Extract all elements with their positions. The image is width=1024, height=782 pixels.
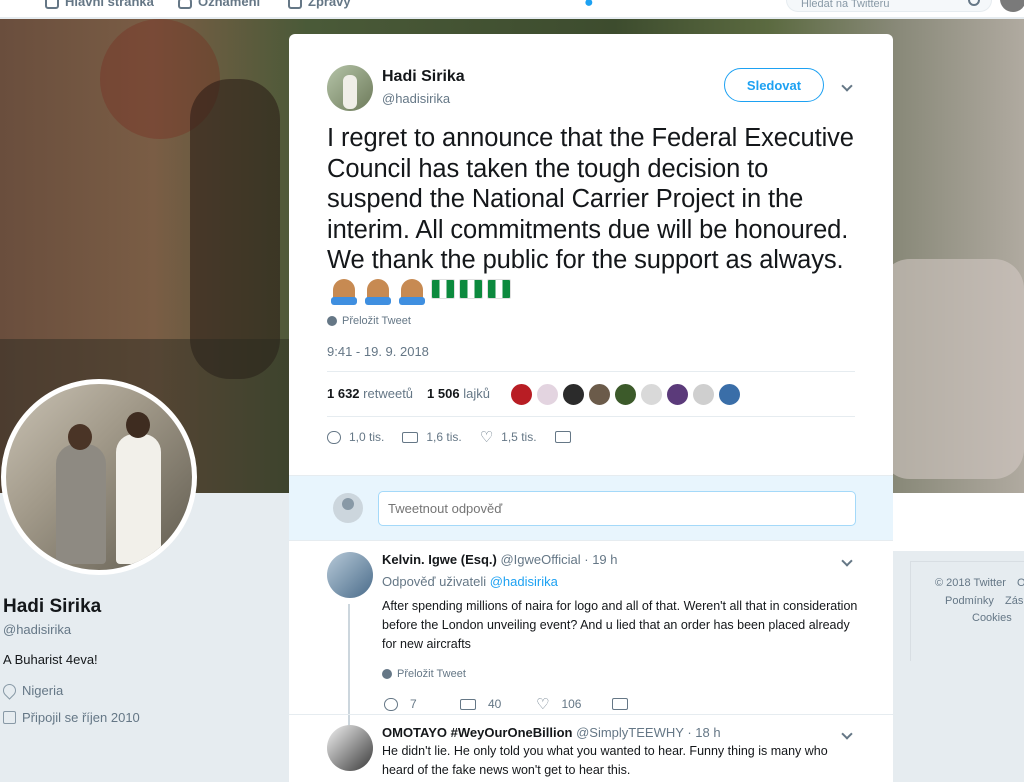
tweet-stats: 1 632 retweetů 1 506 lajků bbox=[327, 386, 490, 401]
reply-time[interactable]: · 18 h bbox=[687, 725, 720, 740]
reply-icon bbox=[327, 430, 341, 444]
replying-to: Odpověď uživateli @hadisirika bbox=[382, 574, 558, 589]
calendar-icon bbox=[3, 711, 16, 724]
reply-text: He didn't lie. He only told you what you… bbox=[382, 744, 828, 777]
reply-author-name[interactable]: OMOTAYO #WeyOurOneBillion bbox=[382, 725, 572, 740]
reply-author-handle[interactable]: @IgweOfficial bbox=[500, 552, 580, 567]
folded-hands-emoji bbox=[397, 278, 427, 305]
profile-joined: Připojil se říjen 2010 bbox=[3, 710, 140, 725]
location-pin-icon bbox=[0, 681, 19, 700]
chevron-down-icon[interactable] bbox=[841, 80, 853, 92]
reply-action[interactable]: 1,0 tis. bbox=[327, 430, 384, 444]
liker-avatar[interactable] bbox=[718, 383, 741, 406]
dm-action[interactable] bbox=[612, 698, 688, 710]
footer-copyright: © 2018 Twitter bbox=[935, 577, 1006, 589]
reply-header: OMOTAYO #WeyOurOneBillion @SimplyTEEWHY … bbox=[382, 725, 721, 740]
tweet-modal: Hadi Sirika @hadisirika Sledovat I regre… bbox=[289, 34, 893, 782]
top-navigation: Hlavní stránka Oznámení Zprávy ● Hledat … bbox=[0, 0, 1024, 18]
nigeria-flag-emoji bbox=[431, 278, 455, 299]
reply-tweet[interactable]: Kelvin. Igwe (Esq.) @IgweOfficial · 19 h… bbox=[289, 541, 893, 764]
nigeria-flag-emoji bbox=[487, 278, 511, 299]
reply-compose bbox=[289, 475, 893, 541]
envelope-icon bbox=[612, 698, 628, 710]
tweet-author-avatar[interactable] bbox=[327, 65, 373, 111]
globe-icon bbox=[382, 669, 392, 679]
tweet-author-handle[interactable]: @hadisirika bbox=[382, 91, 450, 106]
retweet-icon bbox=[402, 431, 419, 443]
footer-link-privacy[interactable]: Zás bbox=[1005, 595, 1023, 607]
reply-time[interactable]: · 19 h bbox=[584, 552, 617, 567]
likers-avatars bbox=[510, 383, 741, 406]
liker-avatar[interactable] bbox=[588, 383, 611, 406]
profile-location: Nigeria bbox=[0, 681, 63, 700]
liker-avatar[interactable] bbox=[692, 383, 715, 406]
tweet-author-name[interactable]: Hadi Sirika bbox=[382, 68, 465, 86]
reply-icon bbox=[384, 697, 398, 711]
twitter-bird-icon[interactable]: ● bbox=[584, 0, 594, 12]
search-input[interactable]: Hledat na Twitteru bbox=[786, 0, 992, 12]
reply-author-avatar[interactable] bbox=[327, 725, 373, 771]
nigeria-flag-emoji bbox=[459, 278, 483, 299]
folded-hands-emoji bbox=[363, 278, 393, 305]
like-action[interactable]: ♡ 106 bbox=[536, 695, 612, 713]
reply-text: After spending millions of naira for log… bbox=[382, 599, 858, 651]
chevron-down-icon[interactable] bbox=[841, 555, 853, 567]
translate-tweet-link[interactable]: Přeložit Tweet bbox=[327, 315, 411, 327]
dm-action[interactable] bbox=[554, 431, 571, 443]
footer-link-about[interactable]: O bbox=[1017, 577, 1024, 589]
liker-avatar[interactable] bbox=[562, 383, 585, 406]
emoji-row bbox=[329, 278, 511, 305]
reply-tweet[interactable]: OMOTAYO #WeyOurOneBillion @SimplyTEEWHY … bbox=[289, 715, 893, 782]
footer-link-terms[interactable]: Podmínky bbox=[945, 595, 994, 607]
footer-links: © 2018 Twitter O Podmínky Zás Cookies bbox=[910, 561, 1024, 661]
nav-notifications[interactable]: Oznámení bbox=[178, 0, 260, 9]
retweet-action[interactable]: 1,6 tis. bbox=[402, 430, 462, 444]
tweet-text: I regret to announce that the Federal Ex… bbox=[327, 123, 867, 306]
divider bbox=[327, 416, 855, 417]
envelope-icon bbox=[288, 0, 302, 9]
user-avatar[interactable] bbox=[1000, 0, 1024, 12]
retweet-action[interactable]: 40 bbox=[460, 697, 536, 711]
like-action[interactable]: ♡ 1,5 tis. bbox=[479, 428, 537, 446]
like-stat[interactable]: 1 506 lajků bbox=[427, 386, 490, 401]
liker-avatar[interactable] bbox=[640, 383, 663, 406]
footer-link-cookies[interactable]: Cookies bbox=[972, 612, 1012, 624]
home-icon bbox=[45, 0, 59, 9]
translate-tweet-link[interactable]: Přeložit Tweet bbox=[382, 668, 466, 680]
reply-author-name[interactable]: Kelvin. Igwe (Esq.) bbox=[382, 552, 497, 567]
reply-input[interactable] bbox=[378, 491, 856, 526]
replying-to-handle[interactable]: @hadisirika bbox=[490, 574, 558, 589]
reply-header: Kelvin. Igwe (Esq.) @IgweOfficial · 19 h bbox=[382, 552, 618, 567]
reply-actions: 7 40 ♡ 106 bbox=[384, 695, 688, 713]
profile-bio: A Buharist 4eva! bbox=[3, 652, 98, 667]
heart-icon: ♡ bbox=[479, 428, 494, 446]
bell-icon bbox=[178, 0, 192, 9]
nav-home[interactable]: Hlavní stránka bbox=[45, 0, 154, 9]
heart-icon: ♡ bbox=[536, 695, 550, 713]
envelope-icon bbox=[554, 431, 571, 443]
reply-author-avatar[interactable] bbox=[327, 552, 373, 598]
profile-handle[interactable]: @hadisirika bbox=[3, 622, 71, 637]
tweet-actions: 1,0 tis. 1,6 tis. ♡ 1,5 tis. bbox=[327, 428, 589, 446]
retweet-stat[interactable]: 1 632 retweetů bbox=[327, 386, 413, 401]
liker-avatar[interactable] bbox=[614, 383, 637, 406]
liker-avatar[interactable] bbox=[666, 383, 689, 406]
tweet-timestamp[interactable]: 9:41 - 19. 9. 2018 bbox=[327, 344, 429, 359]
chevron-down-icon[interactable] bbox=[841, 728, 853, 740]
reply-action[interactable]: 7 bbox=[384, 697, 460, 711]
liker-avatar[interactable] bbox=[510, 383, 533, 406]
profile-avatar[interactable] bbox=[1, 379, 197, 575]
reply-author-handle[interactable]: @SimplyTEEWHY bbox=[576, 725, 684, 740]
liker-avatar[interactable] bbox=[536, 383, 559, 406]
folded-hands-emoji bbox=[329, 278, 359, 305]
current-user-avatar bbox=[333, 493, 363, 523]
globe-icon bbox=[327, 316, 337, 326]
profile-name[interactable]: Hadi Sirika bbox=[3, 596, 101, 618]
retweet-icon bbox=[460, 698, 476, 710]
divider bbox=[327, 371, 855, 372]
follow-button[interactable]: Sledovat bbox=[724, 68, 824, 102]
nav-messages[interactable]: Zprávy bbox=[288, 0, 351, 9]
